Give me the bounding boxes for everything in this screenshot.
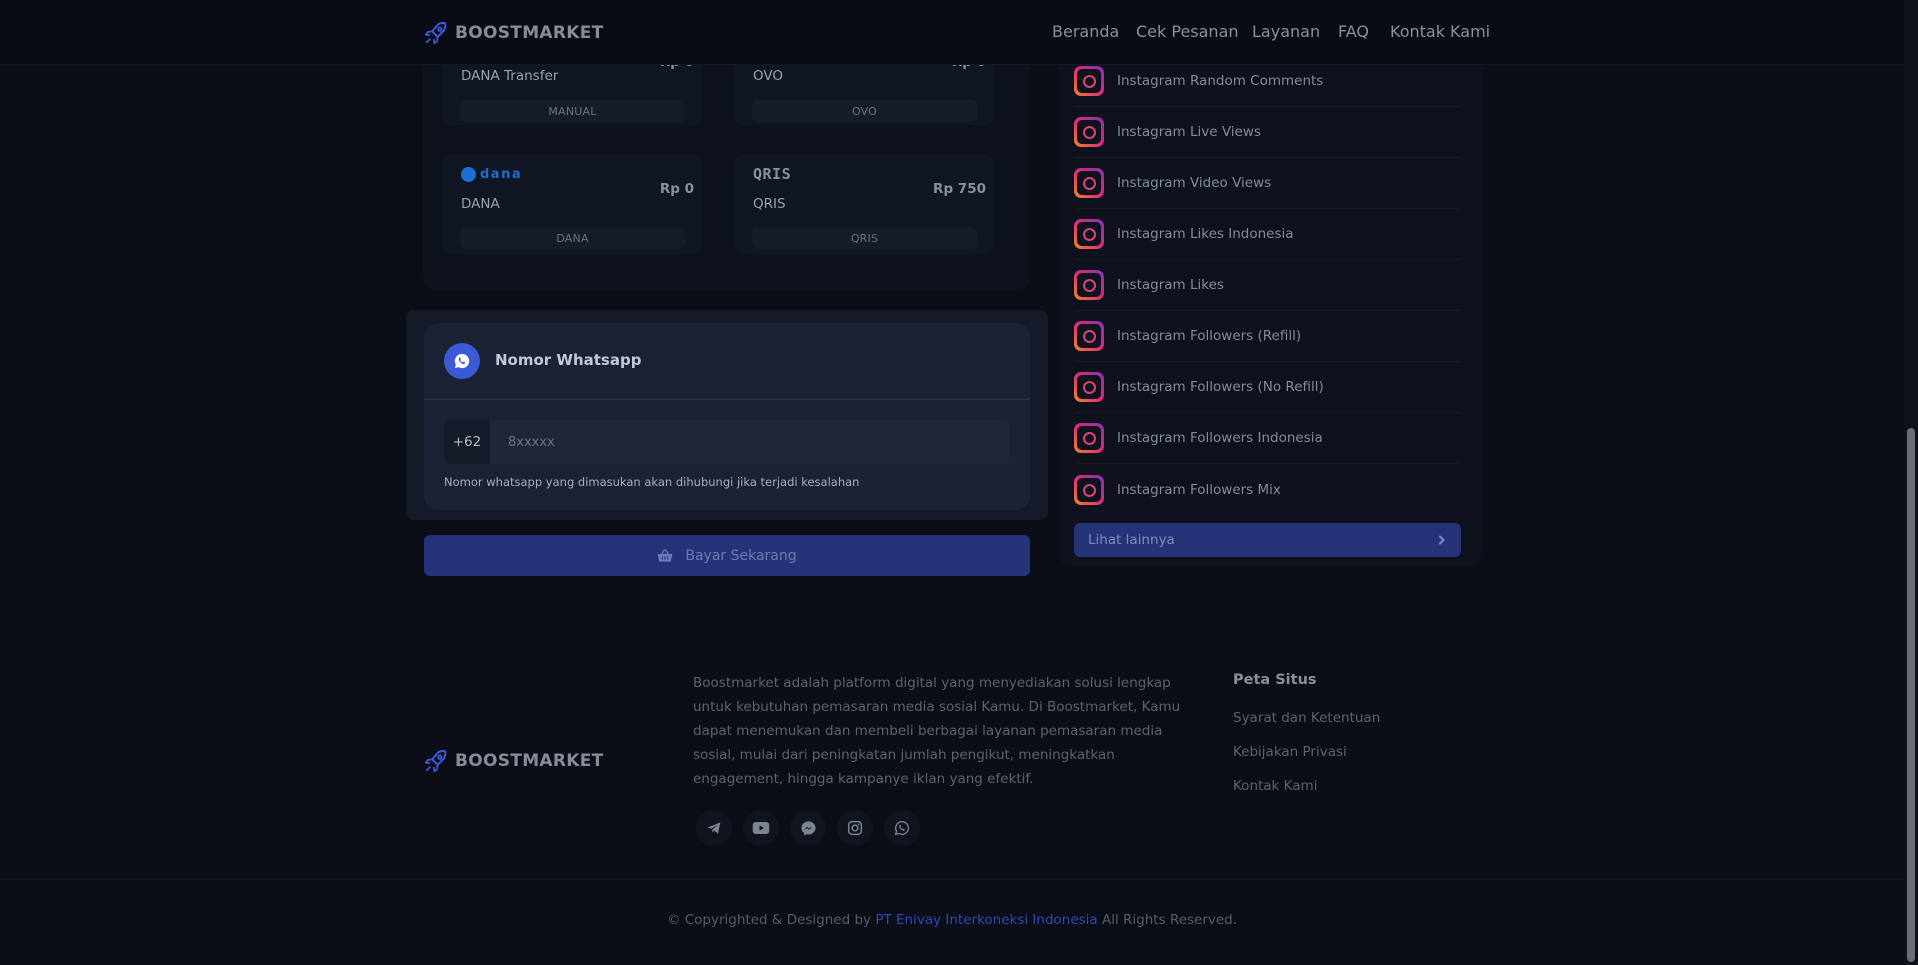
instagram-icon bbox=[1074, 423, 1104, 453]
service-label: Instagram Likes Indonesia bbox=[1117, 226, 1294, 242]
navbar: BOOSTMARKET Beranda Cek Pesanan Layanan … bbox=[0, 0, 1904, 65]
messenger-icon[interactable] bbox=[790, 810, 826, 846]
service-label: Instagram Followers (No Refill) bbox=[1117, 379, 1324, 395]
instagram-icon bbox=[1074, 474, 1104, 505]
payment-name: DANA Transfer bbox=[461, 68, 559, 84]
sitemap-title: Peta Situs bbox=[1233, 672, 1317, 688]
whatsapp-icon bbox=[444, 343, 480, 379]
instagram-icon bbox=[1074, 372, 1104, 402]
payment-tag: QRIS bbox=[752, 227, 977, 249]
dana-logo: dana bbox=[461, 167, 522, 182]
rocket-icon bbox=[424, 22, 447, 45]
copyright-suffix: All Rights Reserved. bbox=[1102, 912, 1238, 928]
rocket-icon bbox=[424, 750, 447, 773]
see-more-button[interactable]: Lihat lainnya bbox=[1074, 523, 1461, 557]
footer-brand-logo[interactable]: BOOSTMARKET bbox=[423, 748, 604, 774]
payment-name: QRIS bbox=[753, 196, 786, 212]
basket-icon bbox=[658, 548, 673, 562]
pay-now-button[interactable]: Bayar Sekarang bbox=[424, 535, 1030, 576]
whatsapp-card: Nomor Whatsapp +62 Nomor whatsapp yang d… bbox=[424, 323, 1030, 510]
copyright: © Copyrighted & Designed by PT Enivay In… bbox=[0, 912, 1904, 928]
payment-name: DANA bbox=[461, 196, 500, 212]
payment-option-dana[interactable]: dana Rp 0 DANA DANA bbox=[442, 155, 702, 255]
country-code-prefix: +62 bbox=[444, 420, 490, 464]
youtube-icon[interactable] bbox=[743, 810, 779, 846]
copyright-prefix: © Copyrighted & Designed by bbox=[666, 912, 872, 928]
service-item[interactable]: Instagram Likes bbox=[1074, 260, 1461, 311]
service-item[interactable]: Instagram Followers Indonesia bbox=[1074, 413, 1461, 464]
service-label: Instagram Followers Indonesia bbox=[1117, 430, 1323, 446]
nav-faq[interactable]: FAQ bbox=[1338, 22, 1369, 41]
service-label: Instagram Followers (Refill) bbox=[1117, 328, 1302, 344]
sitemap-link-contact[interactable]: Kontak Kami bbox=[1233, 778, 1317, 794]
payment-option-qris[interactable]: QRIS Rp 750 QRIS QRIS bbox=[734, 155, 994, 255]
payment-tag: OVO bbox=[752, 100, 977, 122]
payment-name: OVO bbox=[753, 68, 784, 84]
service-item[interactable]: Instagram Likes Indonesia bbox=[1074, 209, 1461, 260]
nav-layanan[interactable]: Layanan bbox=[1252, 22, 1320, 41]
instagram-icon bbox=[1074, 168, 1104, 198]
telegram-icon[interactable] bbox=[696, 810, 732, 846]
service-label: Instagram Random Comments bbox=[1117, 73, 1324, 89]
instagram-icon bbox=[1074, 219, 1104, 249]
service-item[interactable]: Instagram Video Views bbox=[1074, 158, 1461, 209]
whatsapp-help-text: Nomor whatsapp yang dimasukan akan dihub… bbox=[444, 475, 860, 489]
service-label: Instagram Video Views bbox=[1117, 175, 1272, 191]
divider bbox=[424, 399, 1030, 400]
footer-divider bbox=[0, 879, 1904, 880]
instagram-icon bbox=[1074, 66, 1104, 96]
brand-logo[interactable]: BOOSTMARKET bbox=[423, 20, 604, 46]
service-item[interactable]: Instagram Followers (No Refill) bbox=[1074, 362, 1461, 413]
footer-brand-name: BOOSTMARKET bbox=[455, 751, 604, 771]
service-item[interactable]: Instagram Followers (Refill) bbox=[1074, 311, 1461, 362]
nav-cek-pesanan[interactable]: Cek Pesanan bbox=[1136, 22, 1239, 41]
whatsapp-number-input[interactable] bbox=[490, 420, 1009, 464]
instagram-icon bbox=[1074, 321, 1104, 351]
instagram-icon bbox=[1074, 270, 1104, 300]
instagram-icon bbox=[1074, 117, 1104, 147]
payment-tag: MANUAL bbox=[460, 100, 685, 122]
scrollbar-thumb[interactable] bbox=[1907, 428, 1915, 962]
company-link[interactable]: PT Enivay Interkoneksi Indonesia bbox=[875, 912, 1097, 928]
service-label: Instagram Live Views bbox=[1117, 124, 1261, 140]
footer-description: Boostmarket adalah platform digital yang… bbox=[693, 675, 1181, 787]
nav-kontak-kami[interactable]: Kontak Kami bbox=[1390, 22, 1490, 41]
payment-price: Rp 0 bbox=[659, 181, 694, 197]
whatsapp-title: Nomor Whatsapp bbox=[495, 351, 642, 369]
sitemap-link-privacy[interactable]: Kebijakan Privasi bbox=[1233, 744, 1347, 760]
pay-now-label: Bayar Sekarang bbox=[685, 547, 797, 564]
service-item[interactable]: Instagram Followers Mix bbox=[1074, 464, 1461, 515]
service-item[interactable]: Instagram Live Views bbox=[1074, 107, 1461, 158]
chevron-right-icon bbox=[1439, 535, 1445, 545]
whatsapp-icon[interactable] bbox=[884, 810, 920, 846]
brand-name: BOOSTMARKET bbox=[455, 23, 604, 43]
payment-tag: DANA bbox=[460, 227, 685, 249]
see-more-label: Lihat lainnya bbox=[1088, 532, 1175, 548]
instagram-icon[interactable] bbox=[837, 810, 873, 846]
service-label: Instagram Likes bbox=[1117, 277, 1224, 293]
sitemap-link-terms[interactable]: Syarat dan Ketentuan bbox=[1233, 710, 1380, 726]
service-label: Instagram Followers Mix bbox=[1117, 481, 1281, 498]
payment-price: Rp 750 bbox=[933, 181, 986, 197]
nav-beranda[interactable]: Beranda bbox=[1052, 22, 1119, 41]
